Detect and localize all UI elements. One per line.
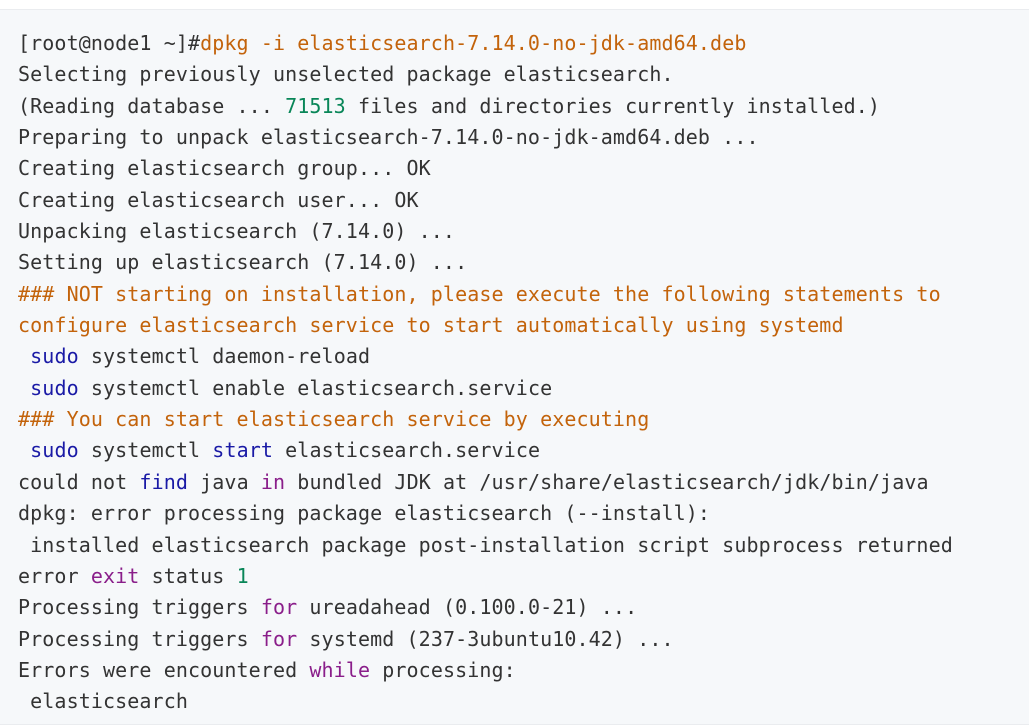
terminal-line: Processing triggers for ureadahead (0.10…	[18, 592, 1029, 623]
terminal-line: elasticsearch	[18, 686, 1029, 717]
terminal-text-segment: Creating elasticsearch group... OK	[18, 156, 431, 181]
terminal-text-segment: Setting up elasticsearch (7.14.0) ...	[18, 250, 468, 275]
terminal-line: error exit status 1	[18, 561, 1029, 592]
terminal-text-segment: dpkg -i elasticsearch-7.14.0-no-jdk-amd6…	[200, 31, 747, 55]
terminal-output-block: [root@node1 ~]#dpkg -i elasticsearch-7.1…	[0, 9, 1029, 725]
terminal-text-segment: [root@node1 ~]#	[18, 31, 201, 55]
terminal-text-segment: elasticsearch.service	[273, 438, 541, 463]
terminal-text-segment: ### NOT starting on installation, please…	[18, 281, 941, 306]
terminal-text-segment: java	[188, 469, 261, 494]
terminal-text-segment: dpkg: error processing package elasticse…	[18, 501, 711, 526]
terminal-line: Setting up elasticsearch (7.14.0) ...	[18, 247, 1029, 278]
terminal-lines: [root@node1 ~]#dpkg -i elasticsearch-7.1…	[18, 28, 1029, 718]
terminal-text-segment: installed elasticsearch package post-ins…	[18, 532, 953, 557]
terminal-text-segment: files and directories currently installe…	[345, 93, 881, 118]
terminal-text-segment: ### You can start elasticsearch service …	[18, 407, 650, 432]
terminal-line: Selecting previously unselected package …	[18, 59, 1029, 90]
terminal-line: Creating elasticsearch user... OK	[18, 185, 1029, 216]
terminal-text-segment: Processing triggers	[18, 595, 261, 620]
terminal-text-segment: sudo	[30, 375, 79, 400]
terminal-text-segment: 71513	[285, 93, 346, 118]
terminal-line: sudo systemctl daemon-reload	[18, 341, 1029, 372]
terminal-text-segment: Selecting previously unselected package …	[18, 62, 674, 87]
terminal-text-segment: for	[260, 626, 298, 651]
terminal-text-segment: bundled JDK at /usr/share/elasticsearch/…	[285, 469, 929, 494]
terminal-text-segment: configure elasticsearch service to start…	[18, 313, 844, 338]
terminal-text-segment: Processing triggers	[18, 626, 261, 651]
terminal-text-segment: Preparing to unpack elasticsearch-7.14.0…	[18, 125, 759, 150]
terminal-text-segment: exit	[90, 563, 140, 588]
terminal-line: [root@node1 ~]#dpkg -i elasticsearch-7.1…	[18, 28, 1029, 59]
terminal-text-segment: start	[212, 438, 274, 463]
terminal-line: Unpacking elasticsearch (7.14.0) ...	[18, 216, 1029, 247]
terminal-line: sudo systemctl enable elasticsearch.serv…	[18, 373, 1029, 404]
terminal-text-segment: Errors were encountered	[18, 657, 310, 682]
terminal-text-segment: status	[139, 563, 237, 588]
terminal-text-segment: sudo	[30, 344, 79, 369]
terminal-line: Creating elasticsearch group... OK	[18, 153, 1029, 184]
terminal-line: Preparing to unpack elasticsearch-7.14.0…	[18, 122, 1029, 153]
terminal-text-segment: processing:	[370, 657, 516, 682]
terminal-text-segment: while	[309, 657, 371, 682]
terminal-line: configure elasticsearch service to start…	[18, 310, 1029, 341]
terminal-text-segment: (Reading database ...	[18, 93, 286, 118]
terminal-text-segment: systemctl	[78, 438, 213, 463]
terminal-line: could not find java in bundled JDK at /u…	[18, 467, 1029, 498]
terminal-line: sudo systemctl start elasticsearch.servi…	[18, 435, 1029, 466]
terminal-text-segment: systemd (237-3ubuntu10.42) ...	[297, 626, 674, 651]
terminal-text-segment: Creating elasticsearch user... OK	[18, 187, 419, 212]
terminal-text-segment: in	[260, 469, 286, 494]
terminal-text-segment: 1	[236, 563, 249, 588]
terminal-line: installed elasticsearch package post-ins…	[18, 530, 1029, 561]
terminal-text-segment: error	[18, 563, 91, 588]
terminal-text-segment: find	[139, 469, 188, 494]
terminal-text-segment: elasticsearch	[18, 689, 188, 714]
terminal-text-segment: for	[260, 595, 298, 620]
terminal-line: Errors were encountered while processing…	[18, 655, 1029, 686]
terminal-text-segment: ureadahead (0.100.0-21) ...	[297, 595, 638, 620]
terminal-text-segment: sudo	[30, 438, 79, 463]
terminal-text-segment: Unpacking elasticsearch (7.14.0) ...	[18, 219, 456, 244]
terminal-text-segment: systemctl enable elasticsearch.service	[78, 375, 553, 400]
terminal-line: ### You can start elasticsearch service …	[18, 404, 1029, 435]
terminal-line: ### NOT starting on installation, please…	[18, 279, 1029, 310]
terminal-text-segment: could not	[18, 469, 140, 494]
terminal-line: Processing triggers for systemd (237-3ub…	[18, 624, 1029, 655]
terminal-line: (Reading database ... 71513 files and di…	[18, 91, 1029, 122]
terminal-line: dpkg: error processing package elasticse…	[18, 498, 1029, 529]
terminal-text-segment: systemctl daemon-reload	[78, 344, 371, 369]
